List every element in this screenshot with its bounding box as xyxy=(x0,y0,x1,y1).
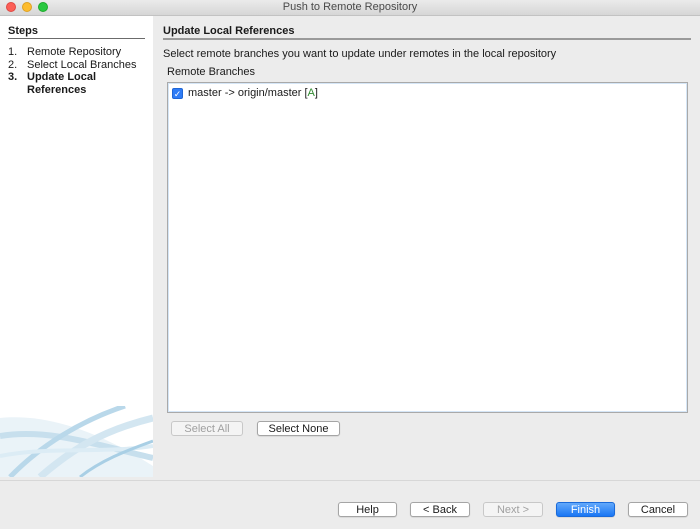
branch-checkbox[interactable]: ✓ xyxy=(172,87,183,99)
remote-branches-list[interactable]: ✓ master -> origin/master [A] xyxy=(167,82,688,413)
step-number: 2. xyxy=(8,58,18,71)
cancel-button[interactable]: Cancel xyxy=(628,502,688,517)
title-bar: Push to Remote Repository xyxy=(0,0,700,16)
step-label: Remote Repository xyxy=(27,46,122,58)
checkmark-icon: ✓ xyxy=(173,88,182,99)
step-label: Update Local References xyxy=(27,71,97,96)
branch-remote-name: origin/master xyxy=(237,87,302,99)
finish-button[interactable]: Finish xyxy=(556,502,615,517)
step-number: 3. xyxy=(8,71,18,83)
step-item-update-local-references: 3. Update Local References xyxy=(8,71,148,96)
panel-heading: Update Local References xyxy=(163,25,691,40)
select-all-button[interactable]: Select All xyxy=(171,421,243,436)
instruction-text: Select remote branches you want to updat… xyxy=(163,48,557,60)
remote-branches-label: Remote Branches xyxy=(167,66,256,78)
wizard-button-bar: Help < Back Next > Finish Cancel xyxy=(0,480,700,529)
back-button[interactable]: < Back xyxy=(410,502,470,517)
wizard-decoration-image xyxy=(0,406,153,477)
list-item[interactable]: ✓ master -> origin/master [A] xyxy=(172,87,318,99)
next-button[interactable]: Next > xyxy=(483,502,543,517)
step-number: 1. xyxy=(8,46,18,58)
select-none-button[interactable]: Select None xyxy=(257,421,340,436)
main-panel: Update Local References Select remote br… xyxy=(153,16,700,477)
step-label: Select Local Branches xyxy=(27,58,137,71)
step-item-select-local-branches: 2. Select Local Branches xyxy=(8,59,148,72)
steps-list: 1. Remote Repository 2. Select Local Bra… xyxy=(8,46,148,96)
window-title: Push to Remote Repository xyxy=(282,1,418,13)
branch-arrow: -> xyxy=(224,87,235,99)
branch-status-tag: [A] xyxy=(304,87,318,99)
step-item-remote-repository: 1. Remote Repository xyxy=(8,46,148,59)
help-button[interactable]: Help xyxy=(338,502,397,517)
branch-status-letter: A xyxy=(307,87,315,99)
branch-local-name: master xyxy=(188,87,222,99)
steps-panel: Steps 1. Remote Repository 2. Select Loc… xyxy=(0,16,153,477)
steps-heading: Steps xyxy=(8,25,145,39)
